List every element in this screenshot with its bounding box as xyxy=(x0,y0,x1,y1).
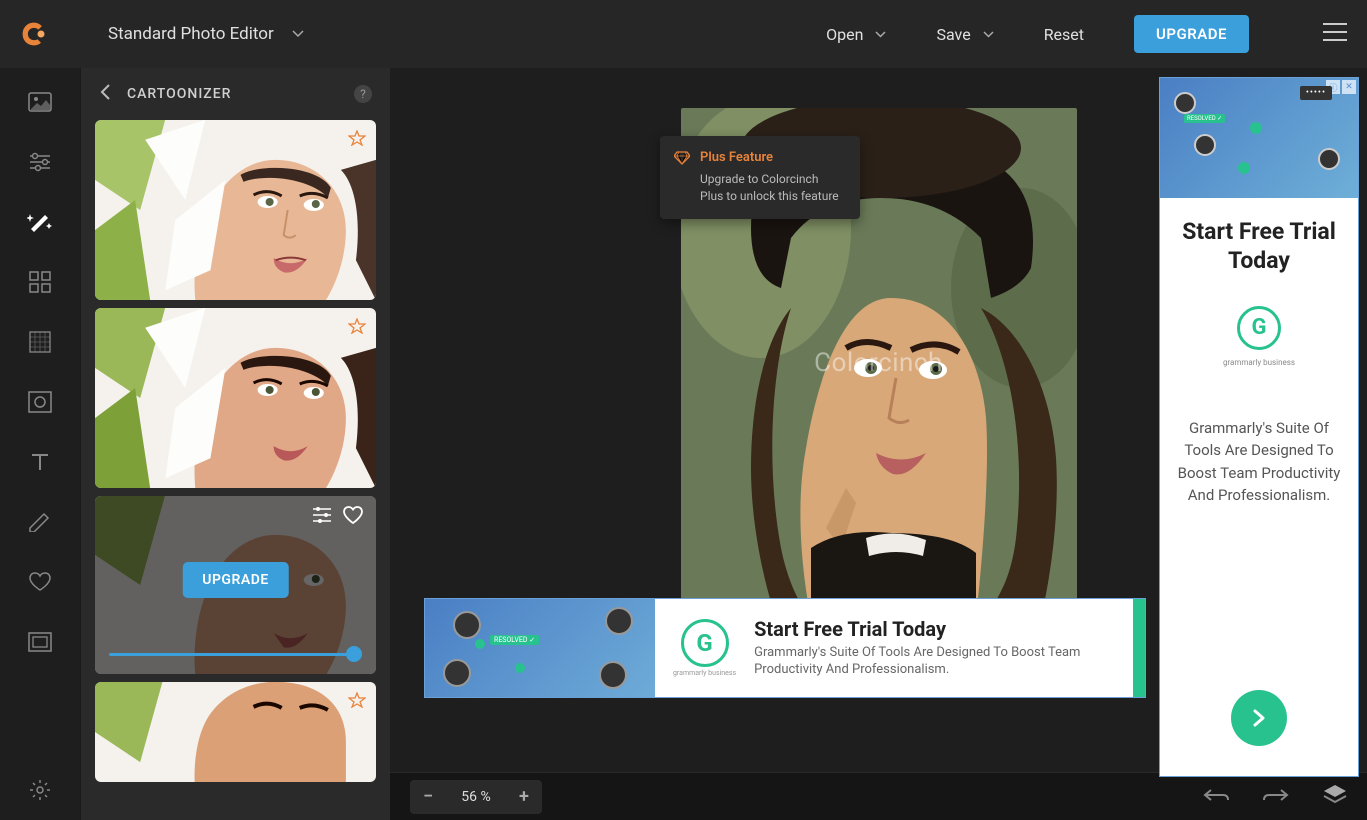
reset-button[interactable]: Reset xyxy=(1044,25,1084,44)
premium-icon xyxy=(348,130,366,150)
filter-upgrade-button[interactable]: UPGRADE xyxy=(182,562,288,598)
zoom-in-button[interactable]: + xyxy=(506,786,542,807)
open-label: Open xyxy=(826,25,863,44)
rail-draw-icon[interactable] xyxy=(26,508,54,536)
ad-brand-label: grammarly business xyxy=(1223,358,1295,367)
reset-label: Reset xyxy=(1044,25,1084,44)
zoom-out-button[interactable]: − xyxy=(410,786,446,807)
help-icon[interactable]: ? xyxy=(354,85,372,103)
tool-rail xyxy=(0,68,80,820)
plus-feature-tooltip: Plus Feature Upgrade to Colorcinch Plus … xyxy=(660,136,860,219)
effects-panel: CARTOONIZER ? xyxy=(80,68,390,820)
premium-icon xyxy=(348,318,366,338)
intensity-slider[interactable] xyxy=(109,646,362,662)
grammarly-logo-icon: G xyxy=(681,619,729,667)
watermark: Colorcinch xyxy=(814,348,943,378)
redo-button[interactable] xyxy=(1263,787,1289,807)
ad-banner-body: G grammarly business Start Free Trial To… xyxy=(655,599,1133,697)
rail-frame-icon[interactable] xyxy=(26,628,54,656)
rail-effects-icon[interactable] xyxy=(26,208,54,236)
app-logo xyxy=(20,20,48,48)
tooltip-title: Plus Feature xyxy=(700,150,844,165)
chevron-down-icon xyxy=(875,31,886,38)
filter-overlay-controls xyxy=(312,506,364,528)
rail-image-icon[interactable] xyxy=(26,88,54,116)
filter-list[interactable]: UPGRADE xyxy=(81,120,390,820)
rail-mask-icon[interactable] xyxy=(26,388,54,416)
ad-sidebar-header: ⓘ✕ RESOLVED ✓ ••••• xyxy=(1160,78,1358,198)
editor-mode-label: Standard Photo Editor xyxy=(108,24,274,44)
undo-button[interactable] xyxy=(1203,787,1229,807)
filter-card[interactable] xyxy=(95,120,376,300)
ad-banner-graphic: RESOLVED ✓ xyxy=(425,599,655,697)
rail-grid-icon[interactable] xyxy=(26,268,54,296)
filter-card[interactable] xyxy=(95,682,376,782)
panel-title: CARTOONIZER xyxy=(127,86,231,102)
rail-adjust-icon[interactable] xyxy=(26,148,54,176)
panel-header: CARTOONIZER ? xyxy=(81,68,390,120)
ad-banner-cta[interactable] xyxy=(1133,599,1145,697)
ad-brand-label: grammarly business xyxy=(673,669,736,677)
tooltip-body: Upgrade to Colorcinch Plus to unlock thi… xyxy=(700,171,844,205)
filter-card[interactable] xyxy=(95,308,376,488)
ad-close-icon[interactable]: ✕ xyxy=(1342,80,1356,94)
rail-text-icon[interactable] xyxy=(26,448,54,476)
ad-sidebar-cta[interactable] xyxy=(1231,690,1287,746)
open-menu[interactable]: Open xyxy=(826,25,886,44)
diamond-icon xyxy=(674,150,690,169)
top-actions: Open Save Reset UPGRADE xyxy=(826,15,1347,53)
editor-mode-selector[interactable]: Standard Photo Editor xyxy=(108,24,304,44)
ad-sidebar-title: Start Free Trial Today xyxy=(1174,218,1344,276)
zoom-controls: − 56 % + xyxy=(410,780,542,814)
filter-card-selected[interactable]: UPGRADE xyxy=(95,496,376,674)
chevron-down-icon xyxy=(292,30,304,38)
layers-button[interactable] xyxy=(1323,784,1347,810)
rail-overlay-icon[interactable] xyxy=(26,328,54,356)
upgrade-button[interactable]: UPGRADE xyxy=(1134,15,1249,53)
top-bar: Standard Photo Editor Open Save Reset UP… xyxy=(0,0,1367,68)
save-label: Save xyxy=(936,25,970,44)
bottom-bar: − 56 % + xyxy=(390,772,1367,820)
ad-sidebar-body: Start Free Trial Today G grammarly busin… xyxy=(1160,198,1358,776)
zoom-value: 56 % xyxy=(446,789,506,805)
slider-thumb[interactable] xyxy=(346,646,362,662)
back-button[interactable] xyxy=(99,83,111,106)
hamburger-menu[interactable] xyxy=(1323,23,1347,45)
adjust-icon[interactable] xyxy=(312,506,332,528)
rail-favorite-icon[interactable] xyxy=(26,568,54,596)
ad-banner-title: Start Free Trial Today xyxy=(754,617,1115,641)
ad-banner[interactable]: RESOLVED ✓ G grammarly business Start Fr… xyxy=(424,598,1146,698)
rail-settings-icon[interactable] xyxy=(26,776,54,804)
ad-banner-subtitle: Grammarly's Suite Of Tools Are Designed … xyxy=(754,645,1115,679)
grammarly-logo-icon: G xyxy=(1237,306,1281,350)
favorite-icon[interactable] xyxy=(342,506,364,528)
ad-sidebar[interactable]: ⓘ✕ RESOLVED ✓ ••••• Start Free Trial Tod… xyxy=(1159,77,1359,777)
ad-sidebar-desc: Grammarly's Suite Of Tools Are Designed … xyxy=(1174,417,1344,507)
save-menu[interactable]: Save xyxy=(936,25,993,44)
premium-icon xyxy=(348,692,366,712)
chevron-down-icon xyxy=(983,31,994,38)
